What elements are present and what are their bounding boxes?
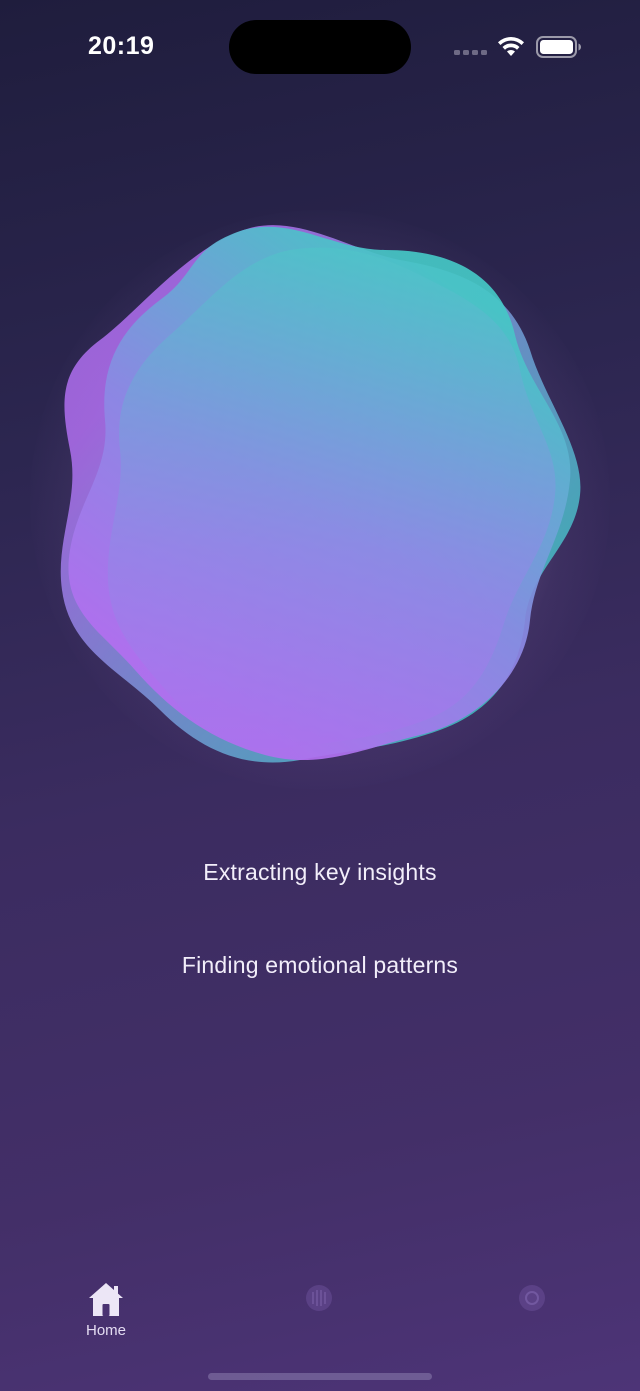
home-indicator [208, 1373, 432, 1380]
dynamic-island [229, 20, 411, 74]
status-bar: 20:19 [0, 0, 640, 96]
tab-3[interactable] [472, 1270, 592, 1350]
tab-3-icon [519, 1285, 545, 1311]
battery-icon [536, 36, 581, 58]
status-time: 20:19 [88, 32, 155, 60]
cellular-signal-icon [454, 50, 488, 56]
morphing-orb [0, 150, 640, 850]
tab-home-label: Home [85, 1322, 126, 1339]
tab-home[interactable]: Home [46, 1270, 166, 1350]
tab-2-icon [306, 1285, 332, 1311]
progress-step-1: Extracting key insights [203, 859, 437, 885]
orb-shape [60, 225, 581, 763]
home-icon [89, 1283, 123, 1316]
wifi-icon [498, 36, 524, 56]
tab-2[interactable] [259, 1270, 379, 1350]
progress-step-2: Finding emotional patterns [181, 952, 459, 978]
tab-bar: Home [0, 1270, 640, 1360]
